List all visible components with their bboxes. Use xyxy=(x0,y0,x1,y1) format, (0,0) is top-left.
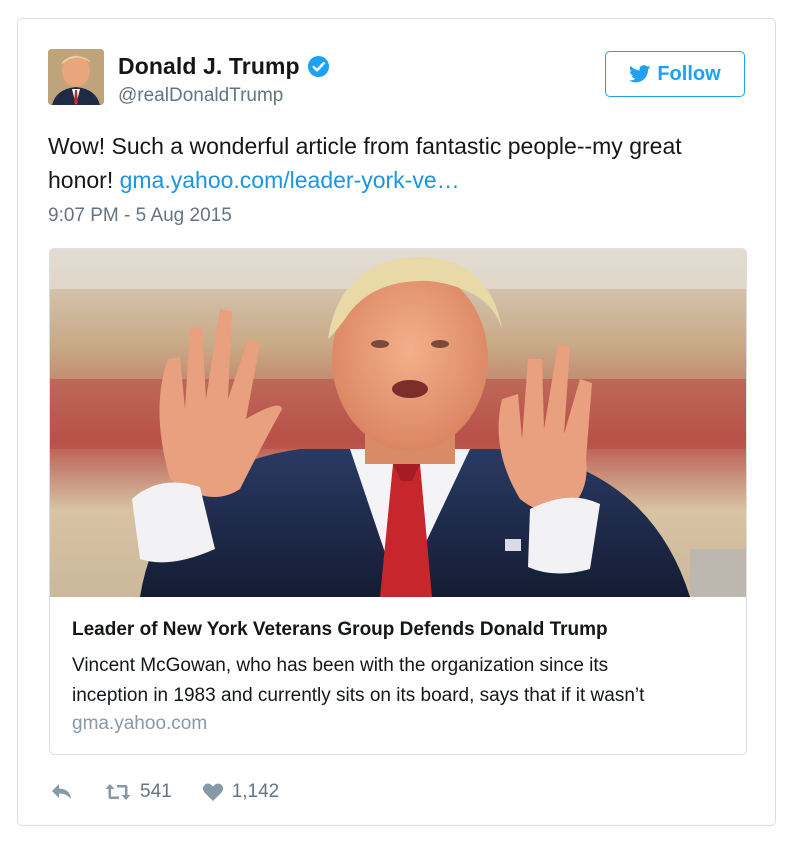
user-handle[interactable]: @realDonaldTrump xyxy=(118,85,283,107)
tweet-card: Donald J. Trump @realDonaldTrump Follow … xyxy=(17,18,776,826)
tweet-actions: 541 1,142 xyxy=(50,777,279,807)
card-description-line-1: Vincent McGowan, who has been with the o… xyxy=(72,655,609,676)
retweet-button[interactable]: 541 xyxy=(104,781,172,803)
display-name[interactable]: Donald J. Trump xyxy=(118,53,300,80)
card-description-line-2: inception in 1983 and currently sits on … xyxy=(72,685,645,706)
card-image xyxy=(50,249,746,597)
card-title: Leader of New York Veterans Group Defend… xyxy=(72,619,608,640)
follow-button[interactable]: Follow xyxy=(605,51,745,97)
verified-badge-icon xyxy=(307,55,329,78)
avatar-photo xyxy=(48,49,104,105)
tweet-link[interactable]: gma.yahoo.com/leader-york-ve… xyxy=(120,167,460,193)
like-count: 1,142 xyxy=(231,781,280,802)
tweet-timestamp[interactable]: 9:07 PM - 5 Aug 2015 xyxy=(48,205,232,227)
retweet-icon xyxy=(105,784,131,800)
retweet-count: 541 xyxy=(140,781,172,802)
tweet-header: Donald J. Trump @realDonaldTrump Follow xyxy=(48,49,745,109)
name-row: Donald J. Trump xyxy=(118,53,330,80)
tweet-text: Wow! Such a wonderful article from fanta… xyxy=(48,129,738,197)
card-description: Vincent McGowan, who has been with the o… xyxy=(72,651,732,711)
link-preview-card[interactable]: Leader of New York Veterans Group Defend… xyxy=(49,248,747,755)
heart-icon xyxy=(202,783,223,801)
reply-icon xyxy=(52,784,71,799)
avatar[interactable] xyxy=(48,49,104,105)
reply-button[interactable] xyxy=(50,782,74,802)
card-domain: gma.yahoo.com xyxy=(72,713,208,734)
follow-label: Follow xyxy=(657,62,721,85)
like-button[interactable]: 1,142 xyxy=(202,781,280,803)
twitter-bird-icon xyxy=(629,65,651,83)
